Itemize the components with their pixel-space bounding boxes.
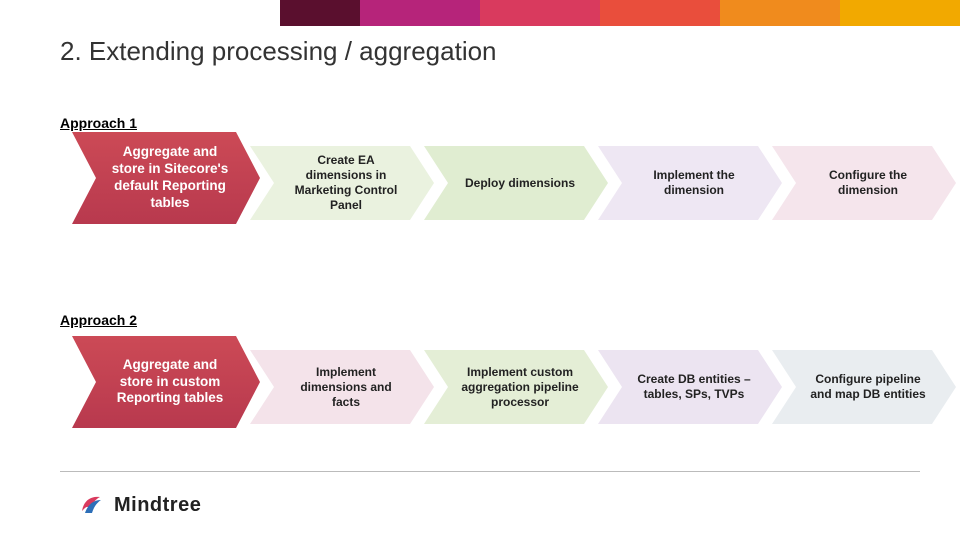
step-text: Configure pipeline and map DB entities bbox=[808, 372, 928, 402]
approach-1-step-5: Configure the dimension bbox=[772, 146, 956, 220]
approach-1-step-2: Create EA dimensions in Marketing Contro… bbox=[250, 146, 434, 220]
step-text: Implement dimensions and facts bbox=[286, 365, 406, 410]
band-seg-3 bbox=[480, 0, 600, 26]
brand: Mindtree bbox=[78, 492, 201, 518]
step-text: Create DB entities – tables, SPs, TVPs bbox=[634, 372, 754, 402]
step-text: Create EA dimensions in Marketing Contro… bbox=[286, 153, 406, 213]
approach-2-step-3: Implement custom aggregation pipeline pr… bbox=[424, 350, 608, 424]
step-text: Implement the dimension bbox=[634, 168, 754, 198]
step-text: Configure the dimension bbox=[808, 168, 928, 198]
approach-1-step-4: Implement the dimension bbox=[598, 146, 782, 220]
top-color-band bbox=[0, 0, 960, 26]
approach-1-label: Approach 1 bbox=[60, 115, 137, 131]
step-text: Aggregate and store in custom Reporting … bbox=[108, 357, 232, 408]
approach-2-label: Approach 2 bbox=[60, 312, 137, 328]
band-spacer bbox=[0, 0, 280, 26]
mindtree-logo-icon bbox=[78, 492, 104, 518]
band-seg-1 bbox=[280, 0, 360, 26]
footer-divider bbox=[60, 471, 920, 472]
approach-2-step-1: Aggregate and store in custom Reporting … bbox=[72, 336, 260, 428]
band-seg-5 bbox=[720, 0, 840, 26]
approach-2-step-4: Create DB entities – tables, SPs, TVPs bbox=[598, 350, 782, 424]
approach-1-step-3: Deploy dimensions bbox=[424, 146, 608, 220]
approach-2-row: Aggregate and store in custom Reporting … bbox=[32, 338, 944, 438]
page-title: 2. Extending processing / aggregation bbox=[60, 36, 497, 67]
approach-1-row: Aggregate and store in Sitecore's defaul… bbox=[32, 134, 944, 234]
approach-2-step-2: Implement dimensions and facts bbox=[250, 350, 434, 424]
step-text: Deploy dimensions bbox=[465, 176, 575, 191]
step-text: Aggregate and store in Sitecore's defaul… bbox=[108, 144, 232, 212]
band-seg-2 bbox=[360, 0, 480, 26]
approach-2-step-5: Configure pipeline and map DB entities bbox=[772, 350, 956, 424]
band-seg-4 bbox=[600, 0, 720, 26]
approach-1-step-1: Aggregate and store in Sitecore's defaul… bbox=[72, 132, 260, 224]
brand-name: Mindtree bbox=[114, 494, 201, 517]
band-seg-6 bbox=[840, 0, 960, 26]
step-text: Implement custom aggregation pipeline pr… bbox=[460, 365, 580, 410]
